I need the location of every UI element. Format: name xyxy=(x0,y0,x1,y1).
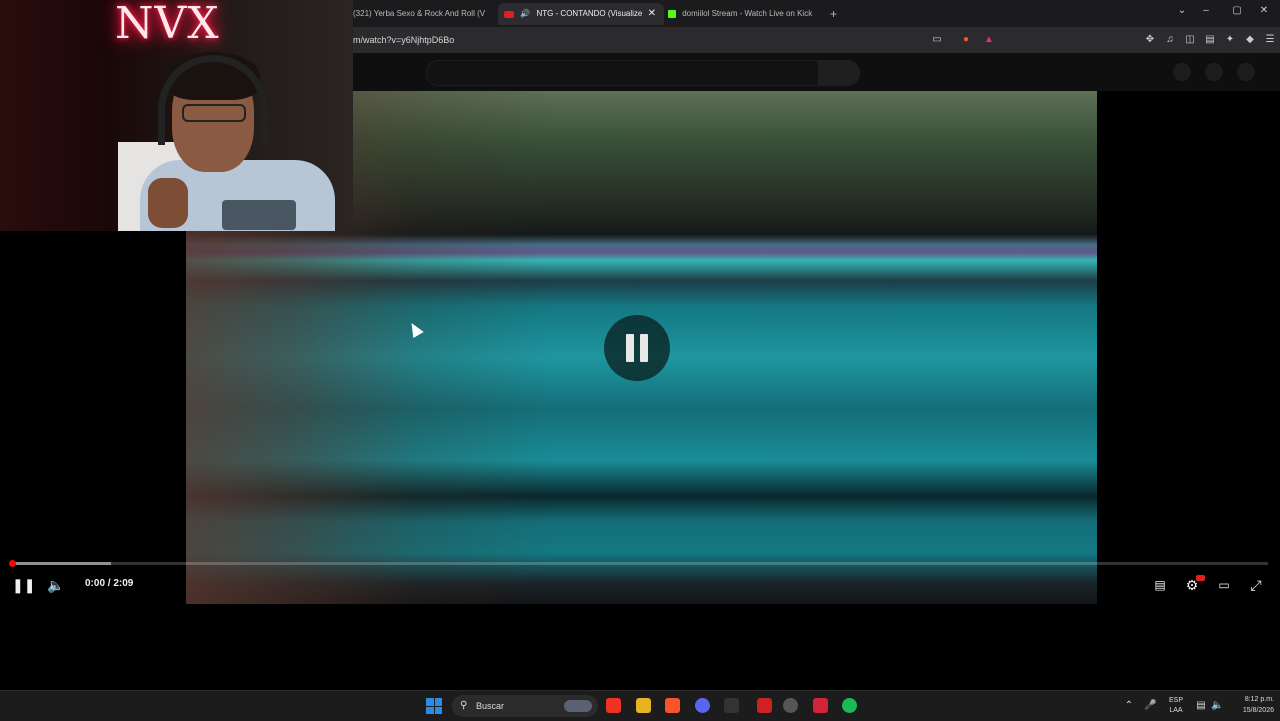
tab-yerba[interactable]: (321) Yerba Sexo & Rock And Roll (V xyxy=(353,3,487,25)
music-icon[interactable]: ♫ xyxy=(1164,34,1176,46)
spotify-icon[interactable] xyxy=(842,698,857,713)
search-icon: ⚲ xyxy=(460,700,468,711)
capcut-icon[interactable] xyxy=(724,698,739,713)
fullscreen-icon[interactable]: ⤢ xyxy=(1247,576,1265,594)
obs-icon[interactable] xyxy=(783,698,798,713)
progress-track[interactable] xyxy=(12,562,1268,565)
streaming-app-icon[interactable] xyxy=(757,698,772,713)
pause-bar-left xyxy=(626,334,634,362)
volume-icon[interactable]: 🔈 xyxy=(47,576,65,594)
language-indicator[interactable]: ESP LAA xyxy=(1168,696,1184,716)
kick-icon xyxy=(668,9,676,18)
shirt-print xyxy=(222,200,296,230)
taskbar-search[interactable]: ⚲ Buscar xyxy=(452,695,598,717)
brave-rewards-icon[interactable]: ▲ xyxy=(983,34,995,46)
leo-ai-icon[interactable]: ✦ xyxy=(1224,34,1236,46)
maximize-icon[interactable]: ▢ xyxy=(1228,5,1246,16)
avatar[interactable] xyxy=(1237,63,1255,81)
vpn-icon[interactable]: ◆ xyxy=(1244,34,1256,46)
time-display: 0:00 / 2:09 xyxy=(85,578,134,589)
tab-list-icon[interactable]: ⌄ xyxy=(1173,5,1191,16)
opera-icon[interactable] xyxy=(813,698,828,713)
clock[interactable]: 8:12 p.m. 15/8/2026 xyxy=(1232,694,1274,716)
wallet-icon[interactable]: ▤ xyxy=(1204,34,1216,46)
network-icon[interactable]: ▤ xyxy=(1195,700,1207,712)
close-tab-icon[interactable]: ✕ xyxy=(648,3,656,25)
minimize-icon[interactable]: – xyxy=(1197,5,1215,16)
tab-kick[interactable]: domiilol Stream - Watch Live on Kick xyxy=(668,3,818,25)
speaker-icon: 🔊 xyxy=(520,9,531,18)
search-button[interactable] xyxy=(818,60,860,86)
search-highlight-icon xyxy=(564,700,592,712)
brave-shields-icon[interactable]: ● xyxy=(960,34,972,46)
windows-taskbar: ⚲ Buscar ⌃ 🎤 ESP LAA ▤ 🔈 8:12 p.m. 15/8/… xyxy=(0,690,1280,721)
microphone-icon[interactable]: 🎤 xyxy=(1144,700,1156,712)
menu-icon[interactable]: ☰ xyxy=(1264,34,1276,46)
create-icon[interactable] xyxy=(1173,63,1191,81)
pause-icon[interactable]: ❚❚ xyxy=(12,576,35,594)
url-field[interactable]: m/watch?v=y6NjhtpD6Bo xyxy=(353,27,454,53)
discord-icon[interactable] xyxy=(695,698,710,713)
brave-browser-icon[interactable] xyxy=(665,698,680,713)
streamer-hand xyxy=(148,178,188,228)
volume-tray-icon[interactable]: 🔈 xyxy=(1211,700,1223,712)
progress-scrubber[interactable] xyxy=(9,560,16,567)
progress-buffered xyxy=(12,562,111,565)
tab-ntg-contando[interactable]: 🔊 NTG - CONTANDO (Visualize ✕ xyxy=(498,3,664,25)
cast-icon[interactable]: ▭ xyxy=(931,34,943,46)
glasses xyxy=(182,104,246,122)
youtube-icon xyxy=(504,10,514,18)
theater-mode-icon[interactable]: ▭ xyxy=(1215,576,1233,594)
sidebar-icon[interactable]: ◫ xyxy=(1184,34,1196,46)
youtube-app-icon[interactable] xyxy=(606,698,621,713)
pause-overlay-icon[interactable] xyxy=(604,315,670,381)
windows-start-icon[interactable] xyxy=(426,698,442,714)
hd-badge xyxy=(1196,575,1205,581)
neon-sign: NVX xyxy=(115,0,220,49)
notifications-icon[interactable] xyxy=(1205,63,1223,81)
file-explorer-icon[interactable] xyxy=(636,698,651,713)
extensions-icon[interactable]: ✥ xyxy=(1144,34,1156,46)
close-window-icon[interactable]: ✕ xyxy=(1255,5,1273,16)
subtitles-icon[interactable]: ▤ xyxy=(1151,576,1169,594)
tray-overflow-icon[interactable]: ⌃ xyxy=(1123,700,1135,712)
search-input[interactable] xyxy=(426,60,820,86)
new-tab-button[interactable]: + xyxy=(830,3,842,25)
webcam-overlay: NVX xyxy=(0,0,353,231)
pause-bar-right xyxy=(640,334,648,362)
